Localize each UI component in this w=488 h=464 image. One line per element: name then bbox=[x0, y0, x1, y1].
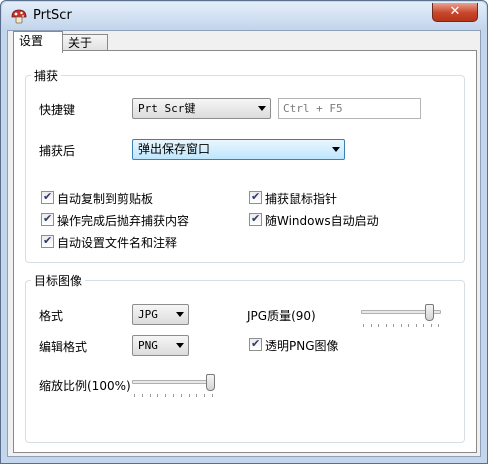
close-icon: ✕ bbox=[449, 4, 461, 19]
scale-label: 缩放比例(100%) bbox=[39, 379, 131, 393]
scale-slider-ticks bbox=[134, 394, 213, 398]
slider-tick bbox=[423, 324, 424, 327]
slider-tick bbox=[180, 394, 182, 397]
slider-tick bbox=[370, 324, 372, 327]
slider-tick bbox=[149, 394, 151, 397]
tab-settings[interactable]: 设置 bbox=[13, 31, 63, 53]
slider-tick bbox=[430, 324, 432, 327]
target-image-group-title: 目标图像 bbox=[31, 272, 86, 289]
format-label: 格式 bbox=[39, 309, 64, 323]
scale-slider-track[interactable] bbox=[132, 380, 215, 384]
title-bar[interactable]: PrtScr ✕ bbox=[2, 2, 486, 30]
slider-tick bbox=[400, 324, 402, 327]
hotkey-input[interactable]: Ctrl + F5 bbox=[278, 98, 421, 119]
discard-capture-checkbox[interactable]: ✔ bbox=[41, 212, 54, 226]
slider-tick bbox=[165, 394, 167, 397]
settings-panel: 捕获 快捷键 Prt Scr键 Ctrl + F5 捕获后 弹出保存窗口 ✔ 自… bbox=[13, 50, 477, 453]
slider-tick bbox=[157, 394, 159, 397]
capture-cursor-checkbox[interactable]: ✔ bbox=[249, 190, 262, 204]
jpg-quality-slider-ticks bbox=[363, 324, 439, 328]
discard-capture-label: 操作完成后抛弃捕获内容 bbox=[57, 214, 190, 228]
autostart-checkbox[interactable]: ✔ bbox=[249, 212, 262, 226]
jpg-quality-label: JPG质量(90) bbox=[247, 309, 316, 323]
hotkey-select-value: Prt Scr键 bbox=[138, 102, 196, 115]
auto-copy-clipboard-label: 自动复制到剪贴板 bbox=[57, 192, 154, 206]
slider-tick bbox=[408, 324, 409, 327]
after-capture-label: 捕获后 bbox=[39, 144, 76, 158]
tab-about[interactable]: 关于 bbox=[62, 34, 108, 51]
window-title: PrtScr bbox=[33, 8, 72, 23]
tab-settings-label: 设置 bbox=[19, 34, 44, 48]
check-icon: ✔ bbox=[43, 234, 53, 247]
check-icon: ✔ bbox=[251, 337, 261, 350]
after-capture-select[interactable]: 弹出保存窗口 bbox=[132, 139, 345, 160]
check-icon: ✔ bbox=[251, 212, 261, 225]
check-icon: ✔ bbox=[251, 190, 261, 203]
edit-format-label: 编辑格式 bbox=[39, 340, 88, 354]
target-image-group bbox=[25, 280, 465, 443]
slider-tick bbox=[141, 394, 143, 397]
scale-slider-thumb[interactable] bbox=[206, 374, 215, 391]
format-select[interactable]: JPG bbox=[132, 304, 189, 325]
edit-format-select-value: PNG bbox=[138, 339, 158, 352]
slider-tick bbox=[378, 324, 379, 327]
chevron-down-icon bbox=[258, 106, 266, 111]
slider-tick bbox=[196, 394, 198, 397]
app-icon bbox=[11, 9, 27, 24]
slider-tick bbox=[393, 324, 394, 327]
chevron-down-icon bbox=[332, 147, 340, 152]
auto-copy-clipboard-checkbox[interactable]: ✔ bbox=[41, 190, 54, 204]
slider-tick bbox=[134, 394, 135, 397]
auto-filename-checkbox[interactable]: ✔ bbox=[41, 234, 54, 248]
slider-tick bbox=[204, 394, 206, 397]
slider-tick bbox=[212, 394, 213, 397]
hotkey-select[interactable]: Prt Scr键 bbox=[132, 98, 271, 119]
after-capture-select-value: 弹出保存窗口 bbox=[138, 142, 211, 156]
hotkey-input-value: Ctrl + F5 bbox=[283, 102, 343, 115]
slider-tick bbox=[188, 394, 190, 397]
chevron-down-icon bbox=[176, 343, 184, 348]
hotkey-label: 快捷键 bbox=[39, 103, 76, 117]
capture-cursor-label: 捕获鼠标指针 bbox=[265, 192, 338, 206]
slider-tick bbox=[415, 324, 417, 327]
check-icon: ✔ bbox=[43, 190, 53, 203]
client-area: 设置 关于 捕获 快捷键 Prt Scr键 Ctrl + F5 捕获后 弹出保存… bbox=[7, 30, 481, 457]
slider-tick bbox=[363, 324, 364, 327]
slider-tick bbox=[438, 324, 439, 327]
jpg-quality-slider-thumb[interactable] bbox=[424, 304, 434, 321]
transparent-png-checkbox[interactable]: ✔ bbox=[249, 337, 262, 351]
check-icon: ✔ bbox=[43, 212, 53, 225]
chevron-down-icon bbox=[176, 312, 184, 317]
close-button[interactable]: ✕ bbox=[432, 3, 478, 22]
autostart-label: 随Windows自动启动 bbox=[265, 214, 379, 228]
transparent-png-label: 透明PNG图像 bbox=[265, 339, 339, 353]
edit-format-select[interactable]: PNG bbox=[132, 335, 189, 356]
slider-tick bbox=[385, 324, 387, 327]
auto-filename-label: 自动设置文件名和注释 bbox=[57, 236, 178, 250]
capture-group-title: 捕获 bbox=[31, 67, 62, 84]
format-select-value: JPG bbox=[138, 308, 158, 321]
slider-tick bbox=[173, 394, 174, 397]
tab-about-label: 关于 bbox=[68, 36, 93, 50]
